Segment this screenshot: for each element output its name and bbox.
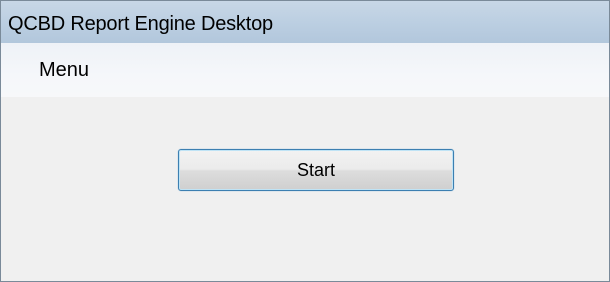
start-button[interactable]: Start [178,149,454,191]
window-title: QCBD Report Engine Desktop [8,13,273,35]
title-bar[interactable]: QCBD Report Engine Desktop [1,1,609,43]
app-window: QCBD Report Engine Desktop Menu Start [0,0,610,282]
main-content: Start [1,97,609,281]
menu-item-menu[interactable]: Menu [35,59,93,82]
menu-bar: Menu [1,43,609,97]
